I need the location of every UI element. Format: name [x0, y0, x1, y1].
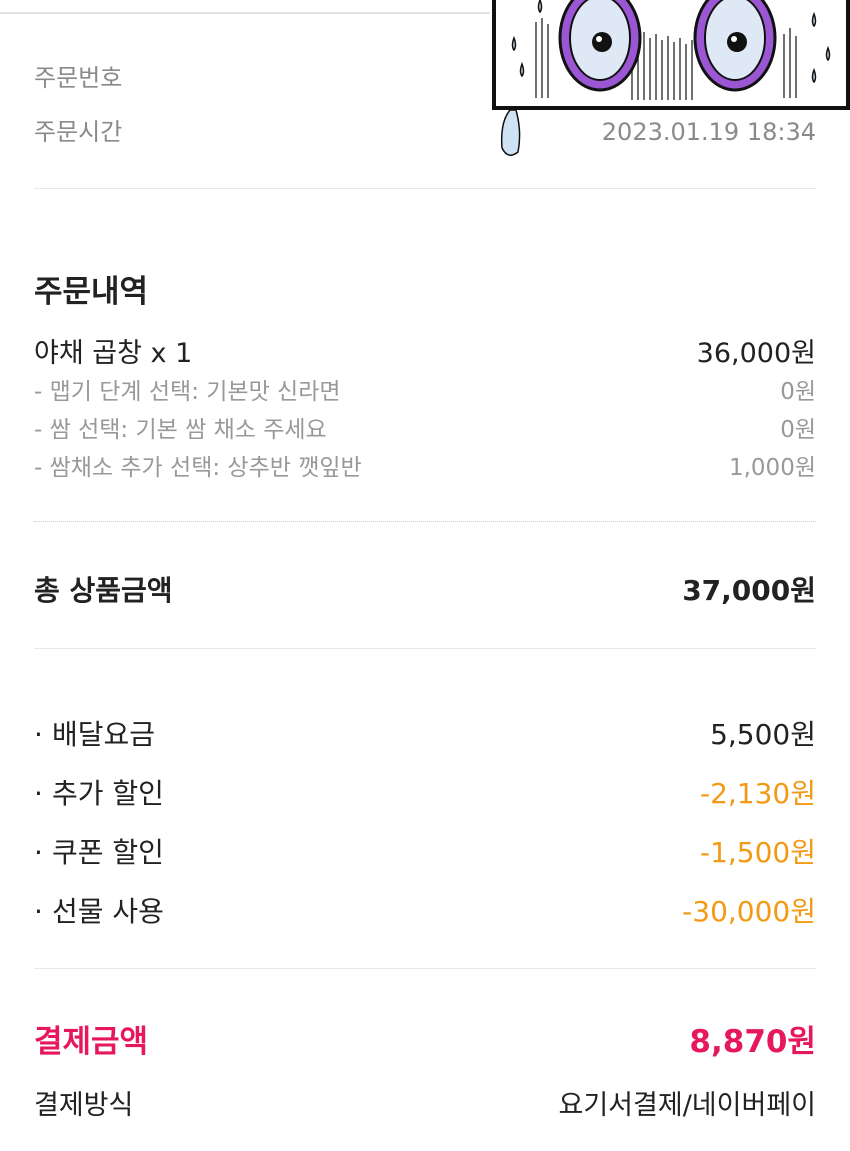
order-details-title: 주문내역: [34, 274, 149, 310]
bullet: ·: [34, 777, 43, 810]
order-item-price: 36,000원: [696, 338, 816, 369]
delivery-fee-label: 배달요금: [52, 718, 156, 751]
coupon-discount-value: -1,500원: [699, 836, 816, 869]
total-product-label: 총 상품금액: [34, 574, 173, 607]
payment-amount-label: 결제금액: [34, 1024, 149, 1060]
divider: [34, 648, 816, 649]
top-divider: [0, 12, 490, 14]
bullet: ·: [34, 836, 43, 869]
option-label: - 쌈 선택: 기본 쌈 채소 주세요: [34, 417, 327, 443]
option-price: 0원: [780, 379, 816, 405]
gift-use-value: -30,000원: [682, 895, 816, 928]
extra-discount-value: -2,130원: [699, 777, 816, 810]
option-row: - 맵기 단계 선택: 기본맛 신라면 0원: [34, 372, 816, 406]
option-row: - 쌈 선택: 기본 쌈 채소 주세요 0원: [34, 410, 816, 444]
bullet: ·: [34, 718, 43, 751]
option-price: 1,000원: [728, 455, 816, 481]
extra-discount-label: 추가 할인: [52, 777, 164, 810]
divider: [34, 188, 816, 189]
divider: [34, 968, 816, 969]
bullet: ·: [34, 895, 43, 928]
fee-row: · 배달요금 5,500원: [34, 713, 816, 753]
order-number-row: 주문번호: [34, 58, 816, 93]
coupon-discount-label: 쿠폰 할인: [52, 836, 164, 869]
delivery-fee-value: 5,500원: [710, 718, 816, 751]
payment-method-row: 결제방식 요기서결제/네이버페이: [34, 1083, 816, 1122]
order-number-label: 주문번호: [34, 64, 123, 92]
order-time-row: 주문시간 2023.01.19 18:34: [34, 112, 816, 147]
fee-row: · 선물 사용 -30,000원: [34, 890, 816, 930]
option-price: 0원: [780, 417, 816, 443]
fee-row: · 쿠폰 할인 -1,500원: [34, 831, 816, 871]
dotted-divider: [34, 521, 816, 522]
order-item-name: 야채 곱창 x 1: [34, 338, 193, 369]
total-product-row: 총 상품금액 37,000원: [34, 569, 816, 609]
order-time-value: 2023.01.19 18:34: [601, 118, 816, 146]
option-row: - 쌈채소 추가 선택: 상추반 깻잎반 1,000원: [34, 448, 816, 482]
gift-use-label: 선물 사용: [52, 895, 164, 928]
order-item-row: 야채 곱창 x 1 36,000원: [34, 331, 816, 370]
order-time-label: 주문시간: [34, 118, 123, 146]
payment-amount-row: 결제금액 8,870원: [34, 1016, 816, 1061]
option-label: - 쌈채소 추가 선택: 상추반 깻잎반: [34, 455, 362, 481]
payment-method-value: 요기서결제/네이버페이: [558, 1090, 817, 1121]
fee-row: · 추가 할인 -2,130원: [34, 772, 816, 812]
payment-amount-value: 8,870원: [689, 1024, 816, 1060]
total-product-value: 37,000원: [682, 574, 816, 607]
option-label: - 맵기 단계 선택: 기본맛 신라면: [34, 379, 341, 405]
payment-method-label: 결제방식: [34, 1090, 134, 1121]
